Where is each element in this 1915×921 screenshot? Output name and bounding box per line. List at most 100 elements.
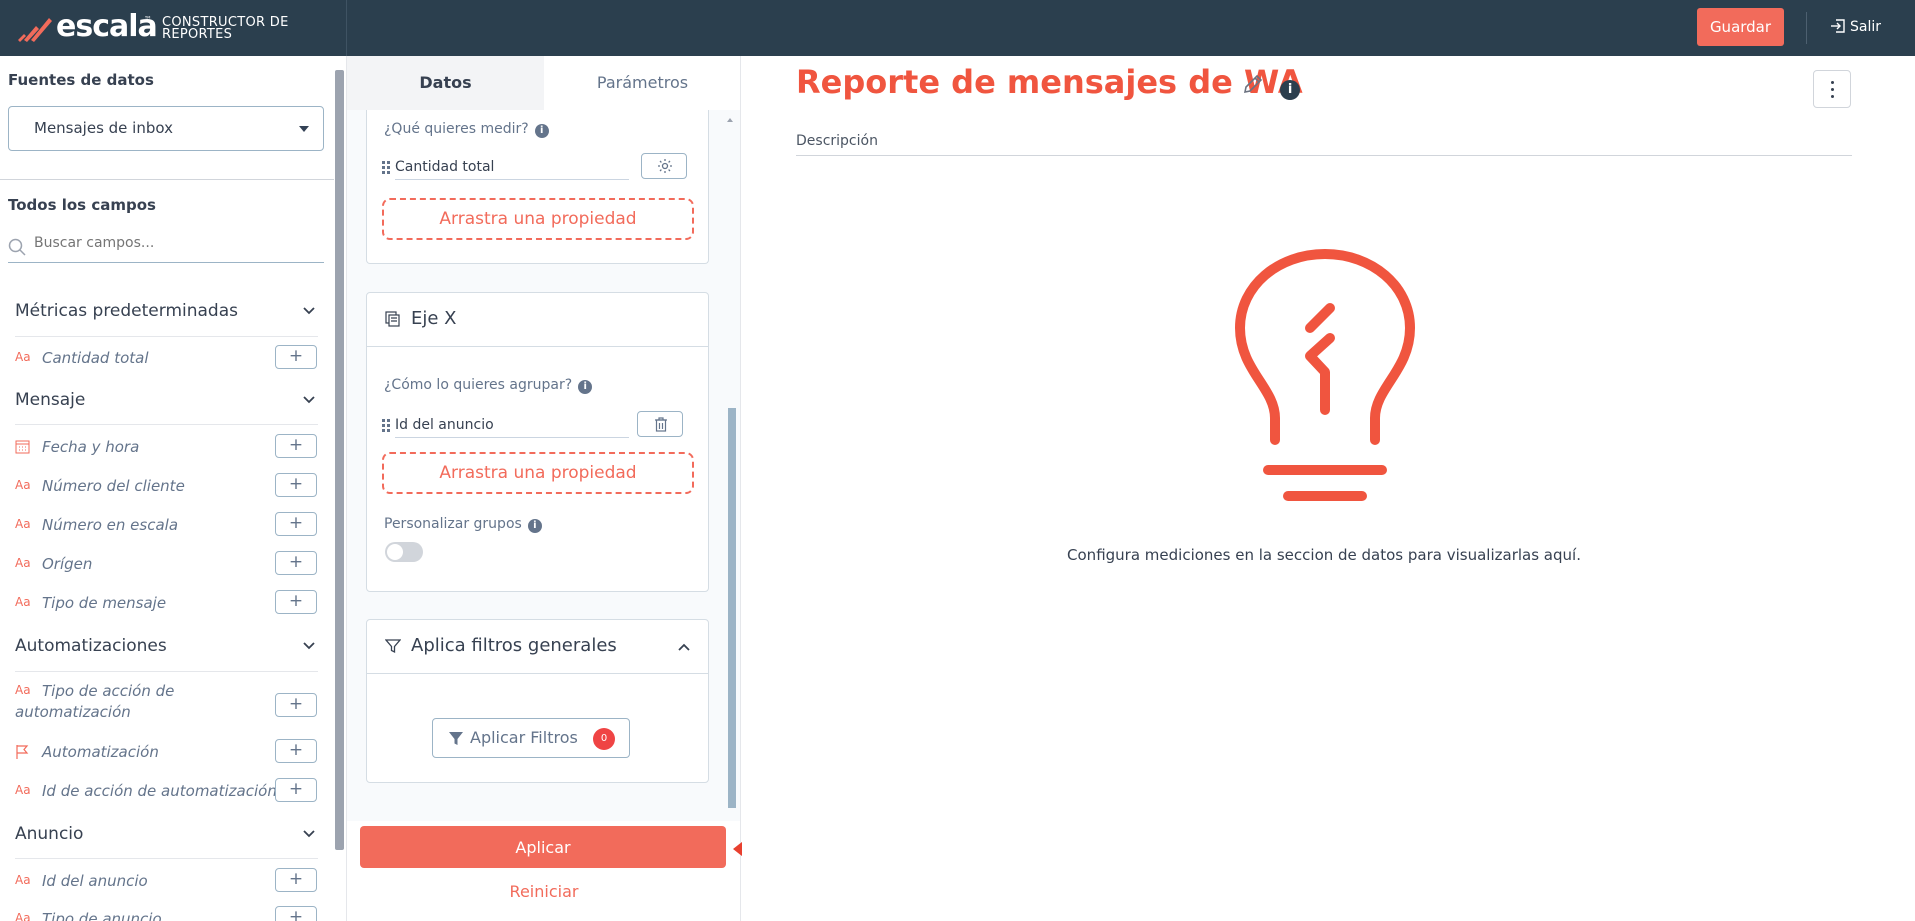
search-input[interactable] xyxy=(34,235,314,251)
panel-scrollbar-thumb[interactable] xyxy=(728,408,736,808)
info-icon[interactable]: i xyxy=(578,380,593,394)
add-field-button[interactable]: + xyxy=(275,551,317,575)
add-field-button[interactable]: + xyxy=(275,590,317,614)
add-field-button[interactable]: + xyxy=(275,473,317,497)
pencil-icon[interactable] xyxy=(1241,72,1265,96)
field-label: Automatización xyxy=(42,743,159,761)
app-subtitle-line2: REPORTES xyxy=(162,27,233,42)
measure-settings-button[interactable] xyxy=(641,153,687,179)
flag-icon xyxy=(16,745,29,759)
chevron-down-icon xyxy=(303,396,315,404)
group-default-metrics[interactable]: Métricas predeterminadas xyxy=(15,301,318,321)
group-drop-zone[interactable]: Arrastra una propiedad xyxy=(382,452,694,494)
add-field-button[interactable]: + xyxy=(275,906,317,921)
group-mensaje[interactable]: Mensaje xyxy=(15,390,318,410)
measure-drop-zone[interactable]: Arrastra una propiedad xyxy=(382,198,694,240)
filters-card-header[interactable]: Aplica filtros generales xyxy=(367,620,708,674)
filter-icon xyxy=(385,639,401,654)
add-field-button[interactable]: + xyxy=(275,434,317,458)
description-label[interactable]: Descripción xyxy=(796,133,878,149)
measure-field[interactable]: Cantidad total xyxy=(395,159,629,180)
filters-title: Aplica filtros generales xyxy=(411,635,617,656)
sidebar-scrollbar[interactable] xyxy=(335,70,344,850)
filters-count-badge: 0 xyxy=(593,728,615,750)
info-icon[interactable]: i xyxy=(527,519,542,533)
customize-groups-label: Personalizar grupos xyxy=(384,516,522,532)
search-icon xyxy=(8,238,26,256)
delete-group-button[interactable] xyxy=(637,411,683,437)
logo-mark-icon xyxy=(18,18,52,42)
info-icon[interactable]: i xyxy=(534,124,549,138)
panel-tabs: Datos Parámetros xyxy=(347,56,740,110)
data-source-value: Mensajes de inbox xyxy=(34,119,173,137)
text-type-icon: Aa xyxy=(15,556,31,570)
field-label: Número del cliente xyxy=(42,477,185,495)
title-actions: i xyxy=(1241,72,1301,100)
group-divider xyxy=(15,671,318,672)
add-field-button[interactable]: + xyxy=(275,868,317,892)
xaxis-title: Eje X xyxy=(411,308,457,329)
xaxis-card-header: Eje X xyxy=(367,293,708,347)
chevron-down-icon xyxy=(303,642,315,650)
group-label: Anuncio xyxy=(15,824,84,844)
header-divider xyxy=(1806,12,1807,44)
report-title: Reporte de mensajes de WA xyxy=(796,63,1303,101)
field-label: Tipo de acción de automatización xyxy=(15,682,175,721)
group-question-label: ¿Cómo lo quieres agrupar? xyxy=(384,377,573,393)
text-type-icon: Aa xyxy=(15,350,31,364)
text-type-icon: Aa xyxy=(15,595,31,609)
text-type-icon: Aa xyxy=(15,517,31,531)
add-field-button[interactable]: + xyxy=(275,693,317,717)
add-field-button[interactable]: + xyxy=(275,345,317,369)
brand-trademark: ™ xyxy=(144,15,152,24)
fields-sidebar: Fuentes de datos Mensajes de inbox Todos… xyxy=(0,56,347,921)
field-label: Orígen xyxy=(42,555,93,573)
add-field-button[interactable]: + xyxy=(275,739,317,763)
group-divider xyxy=(15,424,318,425)
sidebar-divider xyxy=(0,179,334,180)
field-search[interactable] xyxy=(8,231,324,263)
lightbulb-icon xyxy=(1235,249,1415,501)
add-field-button[interactable]: + xyxy=(275,778,317,802)
report-canvas: Reporte de mensajes de WA i Descripción … xyxy=(742,56,1915,921)
group-divider xyxy=(15,336,318,337)
tab-parametros[interactable]: Parámetros xyxy=(544,56,740,110)
apply-button[interactable]: Aplicar xyxy=(360,826,726,868)
data-source-select[interactable]: Mensajes de inbox xyxy=(8,106,324,151)
data-sources-title: Fuentes de datos xyxy=(8,71,154,89)
apply-filters-button[interactable]: Aplicar Filtros 0 xyxy=(432,718,630,758)
field-label: Cantidad total xyxy=(42,349,149,367)
apply-filters-label: Aplicar Filtros xyxy=(470,728,578,747)
kebab-dot xyxy=(1831,81,1834,84)
exit-button[interactable]: Salir xyxy=(1830,18,1881,35)
filter-icon xyxy=(449,732,463,745)
trash-icon xyxy=(655,417,667,432)
chevron-down-icon xyxy=(303,830,315,838)
text-type-icon: Aa xyxy=(15,783,31,797)
customize-groups-toggle[interactable] xyxy=(385,542,423,562)
field-label: Número en escala xyxy=(42,516,179,534)
add-field-button[interactable]: + xyxy=(275,512,317,536)
group-automatizaciones[interactable]: Automatizaciones xyxy=(15,636,318,656)
info-icon[interactable]: i xyxy=(1280,80,1301,100)
drag-handle-icon[interactable] xyxy=(381,161,391,175)
group-divider xyxy=(15,858,318,859)
chevron-up-icon[interactable] xyxy=(677,641,691,655)
group-field[interactable]: Id del anuncio xyxy=(395,417,629,438)
more-options-button[interactable] xyxy=(1813,70,1851,108)
text-type-icon: Aa xyxy=(15,873,31,887)
caret-down-icon xyxy=(299,126,309,132)
brand-name: escala xyxy=(56,9,158,44)
reset-button[interactable]: Reiniciar xyxy=(347,882,740,901)
measure-card: ¿Qué quieres medir? i Cantidad total Arra… xyxy=(366,110,709,264)
scroll-up-icon[interactable] xyxy=(726,116,734,124)
group-label: Métricas predeterminadas xyxy=(15,301,239,321)
text-type-icon: Aa xyxy=(15,478,31,492)
config-panel: Datos Parámetros ¿Qué quieres medir? i Ca… xyxy=(347,56,741,921)
calendar-icon xyxy=(15,440,30,454)
group-anuncio[interactable]: Anuncio xyxy=(15,824,318,844)
logo: escala ™ CONSTRUCTOR DE REPORTES xyxy=(0,0,347,56)
save-button[interactable]: Guardar xyxy=(1697,8,1784,46)
tab-datos[interactable]: Datos xyxy=(347,56,544,110)
drag-handle-icon[interactable] xyxy=(381,419,391,433)
